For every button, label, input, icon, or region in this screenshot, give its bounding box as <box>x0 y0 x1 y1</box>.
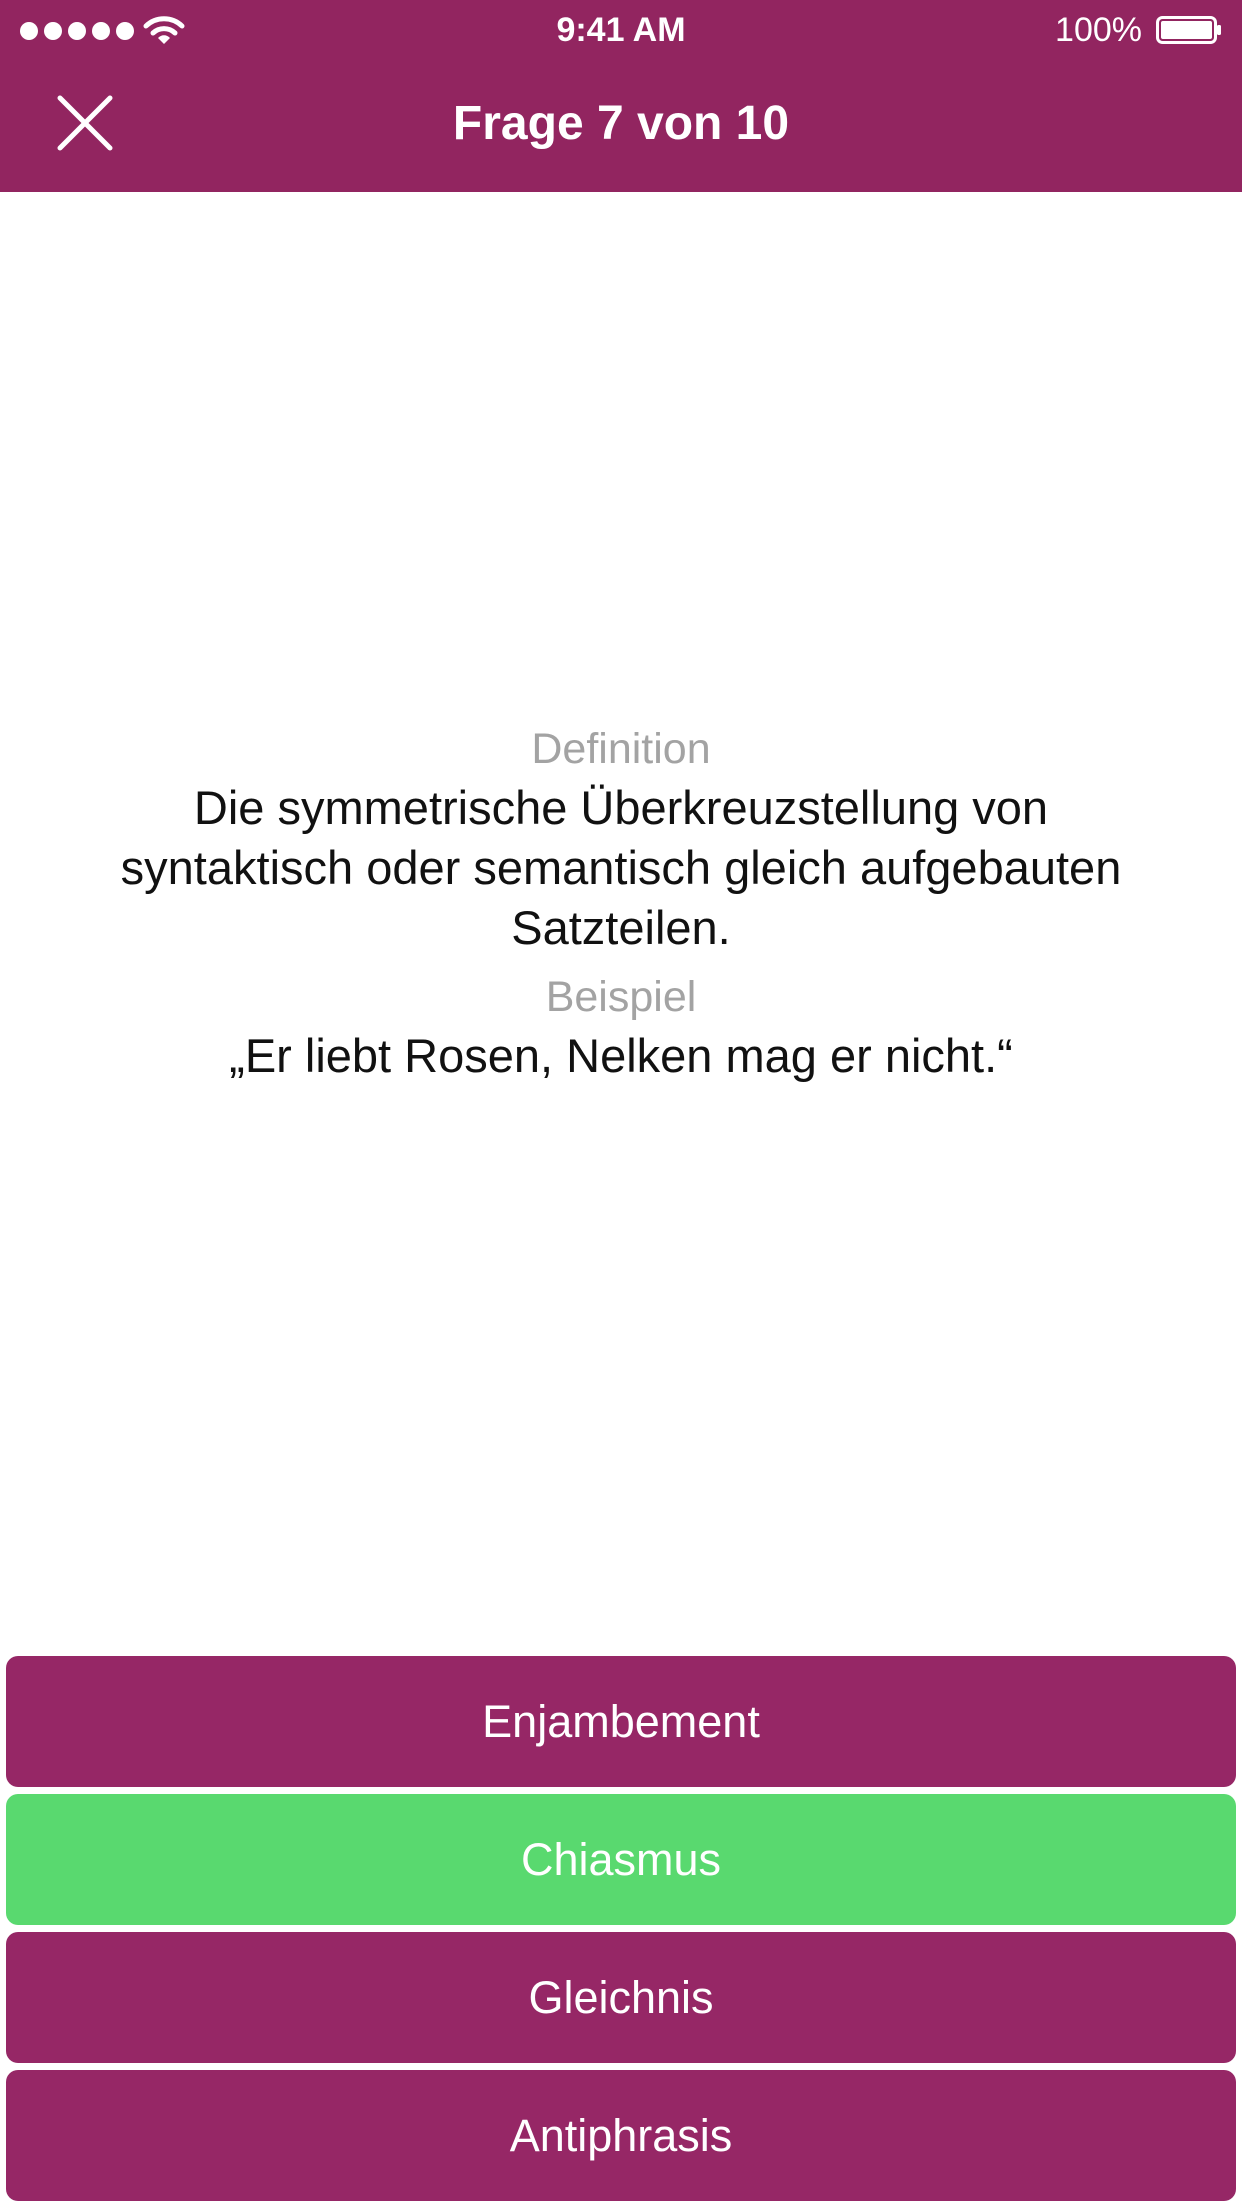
battery-full-icon <box>1156 16 1221 44</box>
answer-list: Enjambement Chiasmus Gleichnis Antiphras… <box>6 1656 1236 2208</box>
page-title: Frage 7 von 10 <box>452 97 790 150</box>
status-bar: 9:41 AM 100% <box>0 0 1242 60</box>
question-card: Definition Die symmetrische Überkreuzste… <box>80 720 1162 1086</box>
battery-percentage: 100% <box>1055 11 1142 49</box>
definition-text: Die symmetrische Überkreuzstellung von s… <box>120 781 1122 954</box>
answer-button-gleichnis[interactable]: Gleichnis <box>6 1932 1236 2063</box>
answer-button-chiasmus[interactable]: Chiasmus <box>6 1794 1236 1925</box>
answer-button-enjambement[interactable]: Enjambement <box>6 1656 1236 1787</box>
answer-button-antiphrasis[interactable]: Antiphrasis <box>6 2070 1236 2201</box>
example-text: „Er liebt Rosen, Nelken mag er nicht.“ <box>229 1029 1013 1082</box>
header-bar: 9:41 AM 100% Frage 7 von 10 <box>0 0 1242 192</box>
definition-label: Definition <box>531 725 711 773</box>
example-label: Beispiel <box>545 973 697 1021</box>
navigation-bar: Frage 7 von 10 <box>0 60 1242 192</box>
quiz-screen: 9:41 AM 100% Frage 7 von 10 Definition D… <box>0 0 1242 2208</box>
